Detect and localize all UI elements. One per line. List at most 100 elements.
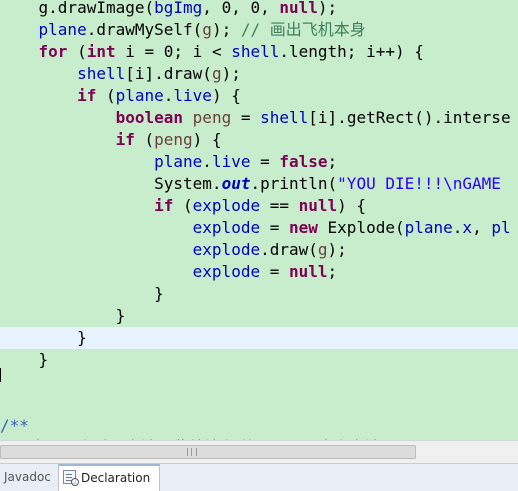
code-token: for — [38, 42, 68, 61]
code-token: ); — [221, 64, 241, 83]
code-line: shell[i].draw(g); — [0, 63, 511, 85]
code-token: new — [289, 218, 318, 237]
code-line: explode = new Explode(plane.x, pl — [0, 217, 511, 239]
tab-javadoc[interactable]: Javadoc — [0, 464, 51, 491]
code-token: .draw( — [260, 240, 318, 259]
code-token: ( — [134, 130, 155, 149]
bottom-view-tabs: Javadoc Declaration — [0, 463, 518, 491]
code-token: } — [0, 350, 49, 369]
code-token: explode — [192, 218, 261, 237]
code-token: . — [163, 86, 174, 105]
code-token: // 画出飞机本身 — [240, 20, 366, 39]
code-token: explode — [192, 196, 261, 215]
code-token: g — [317, 240, 328, 259]
code-token: null — [289, 262, 328, 281]
code-line: System.out.println("YOU DIE!!!\nGAME — [0, 173, 511, 195]
code-token: int — [86, 42, 116, 61]
code-line: } — [0, 349, 511, 371]
code-token: plane — [154, 152, 203, 171]
code-token: out — [221, 174, 251, 193]
code-token: } — [0, 328, 87, 347]
code-token: , — [472, 218, 492, 237]
code-line: plane.live = false; — [0, 151, 511, 173]
code-line: if (explode == null) { — [0, 195, 511, 217]
code-token: live — [173, 86, 212, 105]
code-token: if — [115, 130, 135, 149]
code-token: plane — [404, 218, 453, 237]
code-token: shell — [77, 64, 126, 83]
code-token: plane — [115, 86, 164, 105]
code-token: /** — [0, 416, 29, 435]
code-line: for (int i = 0; i < shell.length; i++) { — [0, 41, 511, 63]
code-token: ) { — [192, 130, 222, 149]
code-token: g.drawImage( — [0, 0, 155, 17]
code-line: g.drawImage(bgImg, 0, 0, null); — [0, 0, 511, 19]
code-token: = — [260, 218, 289, 237]
code-line: boolean peng = shell[i].getRect().inters… — [0, 107, 511, 129]
code-token: .drawMySelf( — [86, 20, 203, 39]
code-token: null — [298, 196, 338, 215]
code-token: g — [202, 20, 212, 39]
scrollbar-grip-icon — [187, 448, 197, 456]
code-token: . — [202, 152, 212, 171]
code-token: ); — [327, 240, 347, 259]
code-token: ); — [317, 0, 338, 17]
code-line: if (peng) { — [0, 129, 511, 151]
code-line: /** — [0, 415, 511, 437]
code-token: explode — [192, 240, 261, 259]
code-token: x — [462, 218, 473, 237]
horizontal-scrollbar[interactable] — [0, 440, 518, 463]
tab-declaration-label: Declaration — [81, 471, 151, 485]
code-token: false — [279, 152, 328, 171]
code-token: ); — [211, 20, 241, 39]
code-line: plane.drawMySelf(g); // 画出飞机本身 — [0, 19, 511, 41]
code-token: null — [279, 0, 318, 17]
code-token: = — [260, 262, 289, 281]
code-token: shell — [260, 108, 309, 127]
code-token: ; — [327, 262, 338, 281]
tab-declaration[interactable]: Declaration — [58, 464, 160, 491]
code-token: if — [154, 196, 174, 215]
code-token: Explode( — [317, 218, 405, 237]
code-token: if — [77, 86, 97, 105]
code-token: ) { — [337, 196, 367, 215]
code-token: plane — [38, 20, 87, 39]
code-token: . — [452, 218, 463, 237]
code-token: g — [211, 64, 222, 83]
code-token: .length; i++) { — [279, 42, 424, 61]
code-line: } — [0, 305, 511, 327]
code-lines: g.drawImage(bgImg, 0, 0, null); plane.dr… — [0, 0, 511, 440]
declaration-icon — [63, 470, 79, 486]
code-editor[interactable]: g.drawImage(bgImg, 0, 0, null); plane.dr… — [0, 0, 518, 440]
code-token: ; — [327, 152, 338, 171]
code-token: == — [260, 196, 299, 215]
code-token: .println( — [250, 174, 338, 193]
code-token: , 0, 0, — [202, 0, 280, 17]
code-line: explode = null; — [0, 261, 511, 283]
code-token: } — [0, 284, 164, 303]
code-token: peng — [154, 130, 193, 149]
code-token: ) { — [211, 86, 241, 105]
code-token: ( — [96, 86, 116, 105]
code-token: i = 0; i < — [115, 42, 232, 61]
code-token: live — [211, 152, 251, 171]
code-token: } — [0, 306, 126, 325]
code-token: = — [250, 152, 280, 171]
code-token: peng — [192, 108, 232, 127]
scrollbar-thumb[interactable] — [0, 445, 416, 459]
code-line: } — [0, 283, 511, 305]
code-token: [i].draw( — [125, 64, 212, 83]
